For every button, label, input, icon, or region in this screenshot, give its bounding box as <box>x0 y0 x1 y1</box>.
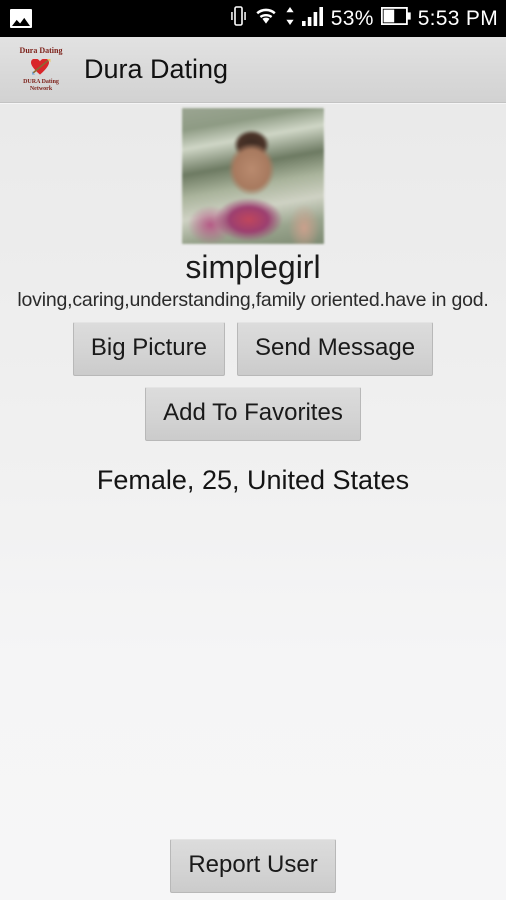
status-bar-system-icons: 53% 5:53 PM <box>230 5 498 32</box>
page-title: Dura Dating <box>84 54 229 84</box>
add-to-favorites-button[interactable]: Add To Favorites <box>145 387 361 442</box>
profile-content: simplegirl loving,caring,understanding,f… <box>0 104 506 900</box>
status-bar-notifications <box>10 9 32 28</box>
report-user-button[interactable]: Report User <box>170 839 336 893</box>
big-picture-button[interactable]: Big Picture <box>72 322 225 377</box>
battery-percent-label: 53% <box>330 7 374 30</box>
wifi-icon <box>254 6 278 31</box>
report-action-row: Report User <box>0 839 506 893</box>
heart-with-arrow-icon <box>29 56 53 78</box>
app-screen: 53% 5:53 PM Dura Dating DURA Dating Netw… <box>0 0 506 900</box>
profile-demographics: Female, 25, United States <box>96 465 410 496</box>
cellular-signal-icon <box>301 6 324 31</box>
app-logo[interactable]: Dura Dating DURA Dating Network <box>14 43 68 97</box>
primary-action-row: Big Picture Send Message <box>0 322 506 377</box>
battery-icon <box>380 6 411 30</box>
app-logo-bottom-line1: DURA Dating <box>23 78 59 85</box>
favorites-action-row: Add To Favorites <box>0 387 506 442</box>
app-logo-bottom-text: DURA Dating Network <box>23 79 59 93</box>
profile-photo-frame[interactable] <box>181 107 325 245</box>
send-message-button[interactable]: Send Message <box>236 322 434 377</box>
clock-label: 5:53 PM <box>417 7 498 30</box>
app-logo-bottom-line2: Network <box>29 85 53 92</box>
gallery-icon <box>10 9 32 28</box>
profile-bio: loving,caring,understanding,family orien… <box>17 288 489 311</box>
status-bar: 53% 5:53 PM <box>0 0 506 37</box>
vibrate-icon <box>230 5 247 32</box>
profile-photo[interactable] <box>182 108 324 244</box>
profile-username: simplegirl <box>185 249 321 285</box>
app-logo-top-text: Dura Dating <box>19 45 63 55</box>
action-bar: Dura Dating DURA Dating Network Dura Dat… <box>0 37 506 103</box>
data-transfer-arrows-icon <box>285 6 295 31</box>
